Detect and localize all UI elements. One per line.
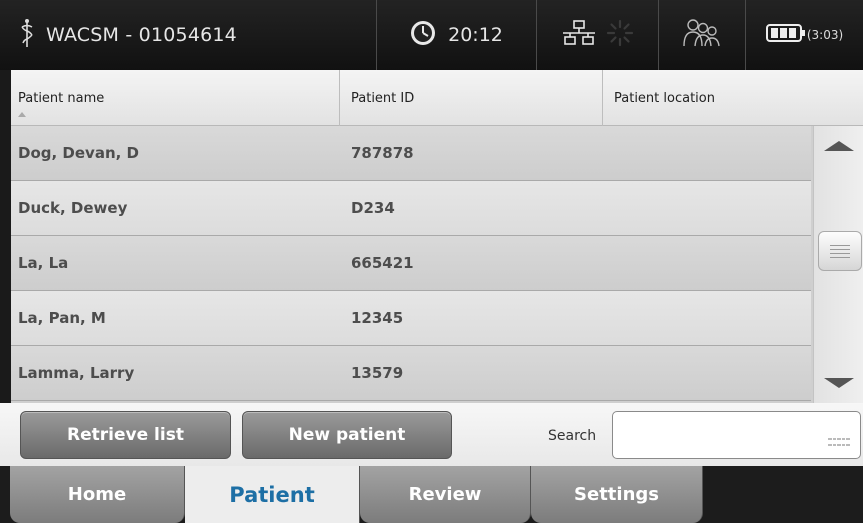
scroll-up-button[interactable]	[814, 126, 863, 166]
tab-settings[interactable]: Settings	[531, 466, 703, 523]
battery-status[interactable]: (3:03)	[746, 0, 863, 70]
battery-icon	[765, 23, 806, 47]
scroll-down-button[interactable]	[814, 363, 863, 403]
keyboard-icon	[828, 438, 850, 448]
column-header-patient-location[interactable]: Patient location	[603, 70, 863, 126]
patient-name: Duck, Dewey	[18, 199, 128, 217]
tab-patient[interactable]: Patient	[185, 466, 360, 523]
search-label: Search	[548, 428, 597, 444]
caduceus-icon	[20, 18, 34, 52]
column-header-patient-id[interactable]: Patient ID	[340, 70, 603, 126]
patients-icon	[681, 18, 723, 52]
table-row[interactable]: Duck, Dewey D234	[11, 181, 811, 236]
patient-id: 13579	[351, 364, 404, 382]
patient-list: Patient name Patient ID Patient location…	[11, 70, 863, 403]
bottom-nav: Home Patient Review Settings	[0, 466, 863, 523]
arrow-up-icon	[824, 141, 854, 151]
table-row[interactable]: Dog, Devan, D 787878	[11, 126, 811, 181]
search-input[interactable]	[612, 411, 861, 459]
patient-name: La, Pan, M	[18, 309, 106, 327]
new-patient-button[interactable]: New patient	[242, 411, 452, 459]
patient-name: Dog, Devan, D	[18, 144, 139, 162]
battery-time: (3:03)	[806, 28, 844, 42]
patient-id: D234	[351, 199, 395, 217]
retrieve-list-button[interactable]: Retrieve list	[20, 411, 231, 459]
patient-id: 12345	[351, 309, 404, 327]
device-info[interactable]: WACSM - 01054614	[0, 0, 377, 70]
arrow-down-icon	[824, 378, 854, 388]
patient-id: 787878	[351, 144, 414, 162]
sort-ascending-icon	[18, 112, 26, 117]
status-bar: WACSM - 01054614 20:12 (3:03)	[0, 0, 863, 70]
table-row[interactable]: Lamma, Larry 13579	[11, 346, 811, 401]
network-icon	[562, 20, 596, 50]
tab-review[interactable]: Review	[360, 466, 531, 523]
patients-status[interactable]	[659, 0, 746, 70]
table-header: Patient name Patient ID Patient location	[11, 70, 863, 126]
device-label: WACSM - 01054614	[46, 24, 237, 46]
column-header-patient-name[interactable]: Patient name	[11, 70, 340, 126]
clock-display[interactable]: 20:12	[377, 0, 537, 70]
patient-name: La, La	[18, 254, 69, 272]
patient-id: 665421	[351, 254, 414, 272]
table-row[interactable]: La, Pan, M 12345	[11, 291, 811, 346]
tab-home[interactable]: Home	[10, 466, 185, 523]
clock-time: 20:12	[448, 24, 503, 46]
table-body: Dog, Devan, D 787878 Duck, Dewey D234 La…	[11, 126, 811, 401]
clock-icon	[410, 20, 436, 50]
action-bar: Retrieve list New patient Search	[0, 403, 863, 466]
scroll-thumb[interactable]	[818, 231, 862, 271]
network-status[interactable]	[537, 0, 659, 70]
list-scrollbar[interactable]	[813, 126, 863, 403]
table-row[interactable]: La, La 665421	[11, 236, 811, 291]
patient-name: Lamma, Larry	[18, 364, 135, 382]
wireless-icon	[606, 19, 634, 51]
